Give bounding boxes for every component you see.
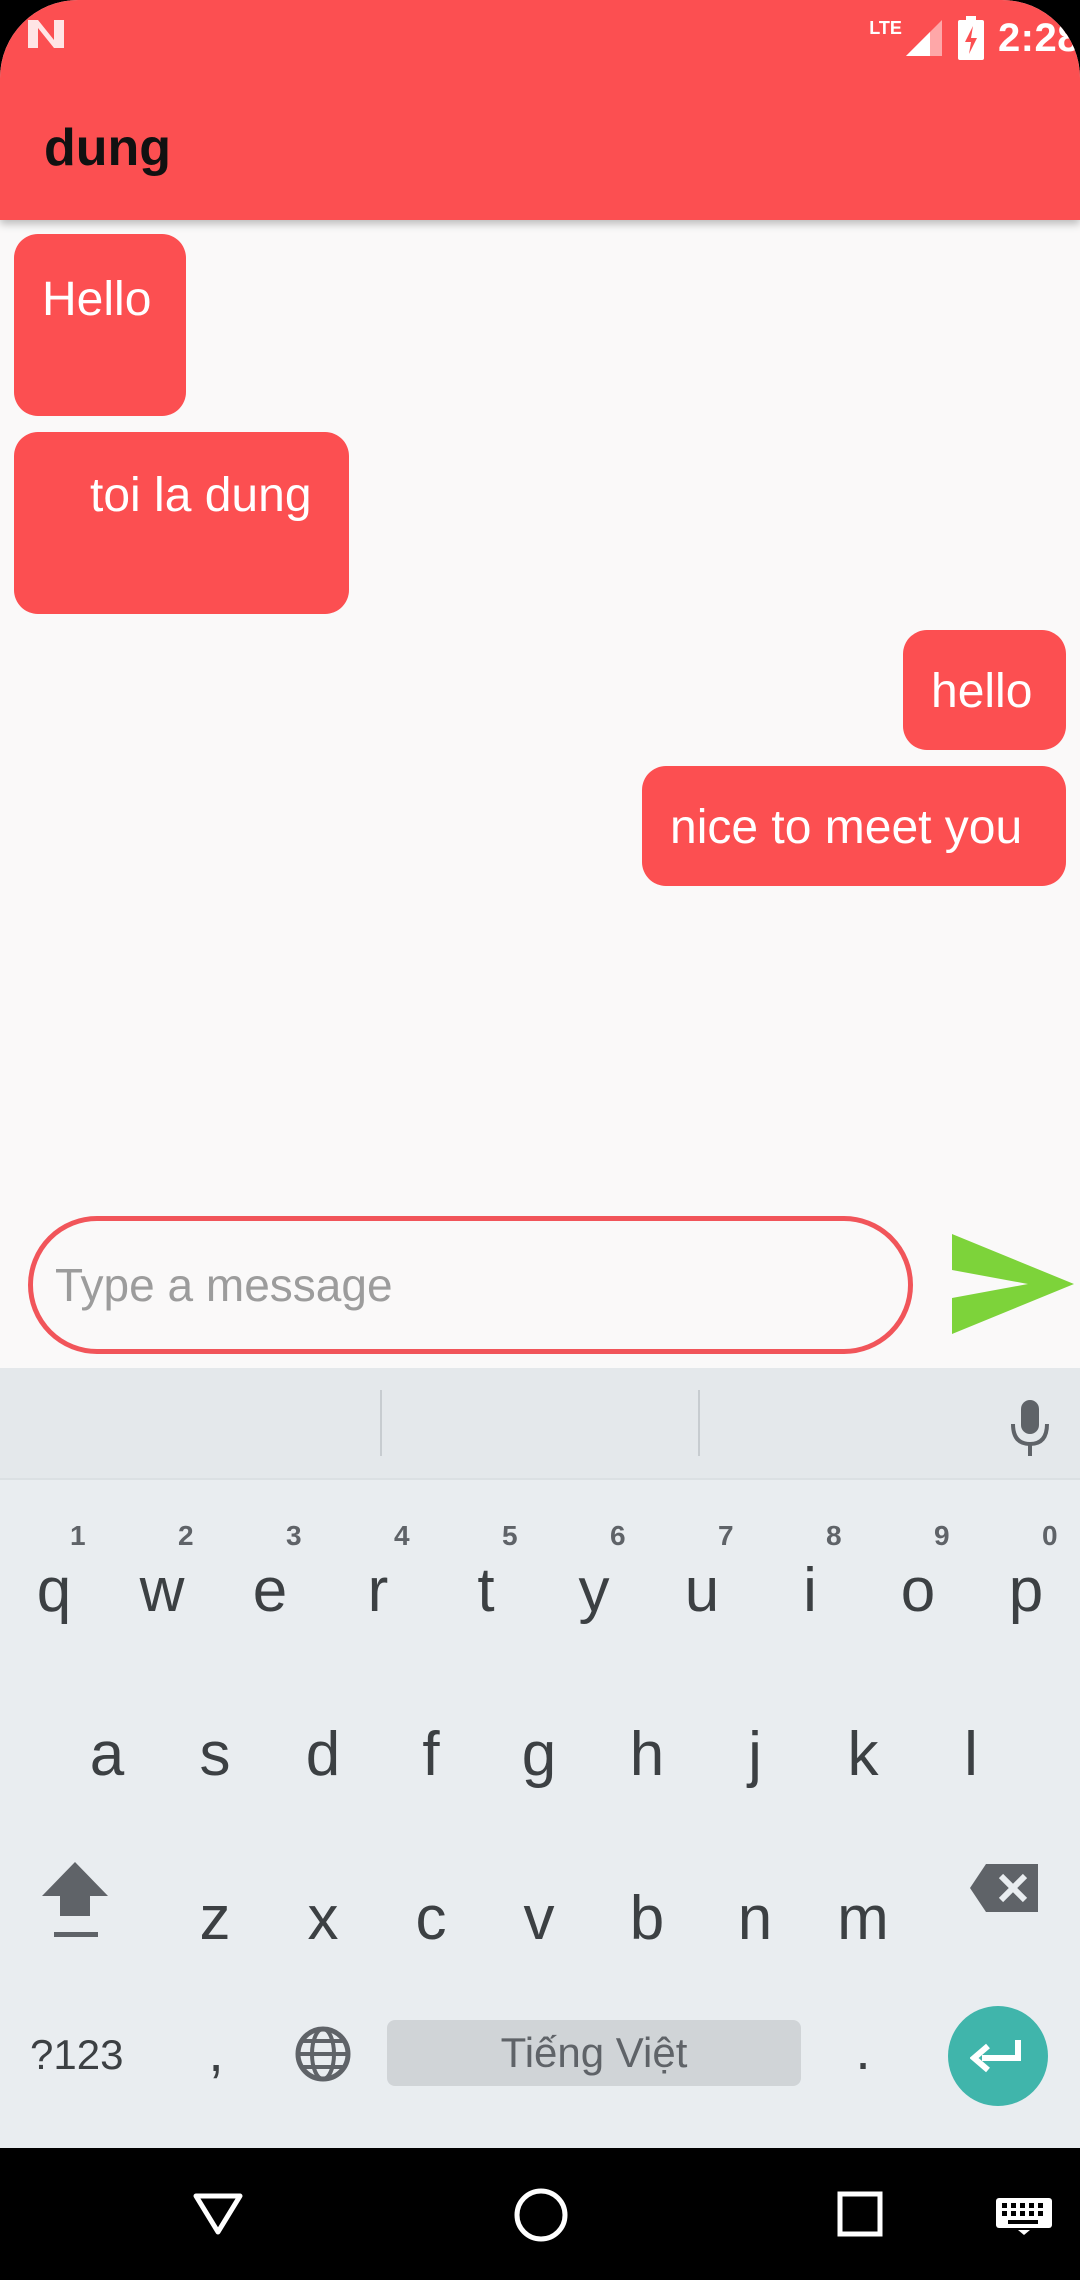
message-bubble-sent[interactable]: hello: [903, 630, 1066, 750]
message-input-container: [28, 1216, 913, 1354]
key-b[interactable]: b: [615, 1888, 679, 1950]
message-text: nice to meet you: [670, 801, 1023, 854]
key-p[interactable]: p0: [996, 1522, 1058, 1622]
key-c[interactable]: c: [399, 1888, 463, 1950]
message-bubble-sent[interactable]: nice to meet you: [642, 766, 1066, 886]
key-m[interactable]: m: [831, 1888, 895, 1950]
key-z[interactable]: z: [183, 1888, 247, 1950]
signal-icon: [905, 20, 942, 56]
key-i[interactable]: i8: [780, 1522, 841, 1622]
key-label: y: [578, 1556, 610, 1625]
key-hint: 7: [718, 1520, 734, 1551]
key-hint: 4: [394, 1520, 410, 1551]
key-r[interactable]: r4: [348, 1522, 410, 1622]
globe-icon[interactable]: [294, 2025, 352, 2083]
key-g[interactable]: g: [509, 1724, 569, 1786]
message-input[interactable]: [55, 1221, 875, 1349]
keyboard-switch-icon[interactable]: [994, 2196, 1054, 2236]
suggestion-divider: [698, 1390, 700, 1456]
key-hint: 6: [610, 1520, 626, 1551]
key-label: r: [367, 1556, 389, 1625]
back-icon[interactable]: [192, 2190, 244, 2238]
key-label: w: [139, 1556, 185, 1625]
battery-charging-icon: [957, 16, 984, 60]
key-u[interactable]: u7: [672, 1522, 734, 1622]
shift-icon[interactable]: [40, 1858, 110, 1946]
recents-icon[interactable]: [836, 2190, 884, 2238]
key-n[interactable]: n: [723, 1888, 787, 1950]
key-label: i: [803, 1556, 817, 1625]
key-hint: 2: [178, 1520, 194, 1551]
key-t[interactable]: t5: [456, 1522, 517, 1622]
comma-key[interactable]: ,: [196, 2024, 236, 2080]
clock: 2:28: [997, 15, 1080, 60]
period-key[interactable]: .: [848, 2022, 878, 2078]
spacebar[interactable]: Tiếng Việt: [387, 2020, 801, 2086]
enter-arrow-icon: [970, 2040, 1021, 2073]
key-label: e: [252, 1556, 288, 1625]
message-bubble-received[interactable]: Hello: [14, 234, 186, 416]
soft-keyboard: q1w2e3r4t5y6u7i8o9p0 asdfghjkl zxcvbnm ?…: [0, 1368, 1080, 2148]
key-o[interactable]: o9: [888, 1522, 950, 1622]
key-v[interactable]: v: [507, 1888, 571, 1950]
key-w[interactable]: w2: [132, 1522, 194, 1622]
key-label: p: [1008, 1556, 1044, 1625]
key-hint: 0: [1042, 1520, 1058, 1551]
backspace-icon[interactable]: [968, 1862, 1040, 1914]
key-hint: 9: [934, 1520, 950, 1551]
key-hint: 8: [826, 1520, 842, 1551]
message-text: toi la dung: [90, 469, 312, 522]
app-bar: LTE 2:28 dung: [0, 0, 1080, 220]
key-label: u: [684, 1556, 720, 1625]
notification-n-icon: [28, 20, 64, 48]
key-label: q: [36, 1556, 72, 1625]
send-icon[interactable]: [950, 1232, 1074, 1336]
conversation-title: dung: [44, 119, 172, 177]
key-y[interactable]: y6: [564, 1522, 626, 1622]
message-text: Hello: [42, 273, 152, 326]
key-hint: 5: [502, 1520, 518, 1551]
key-h[interactable]: h: [617, 1724, 677, 1786]
key-label: o: [900, 1556, 936, 1625]
message-text: hello: [931, 665, 1033, 718]
key-l[interactable]: l: [941, 1724, 1001, 1786]
key-hint: 3: [286, 1520, 302, 1551]
key-f[interactable]: f: [401, 1724, 461, 1786]
key-a[interactable]: a: [77, 1724, 137, 1786]
key-d[interactable]: d: [293, 1724, 353, 1786]
key-x[interactable]: x: [291, 1888, 355, 1950]
enter-key[interactable]: [948, 2006, 1048, 2106]
key-hint: 1: [70, 1520, 86, 1551]
key-label: t: [477, 1556, 495, 1625]
suggestion-strip: [0, 1368, 1080, 1480]
microphone-icon[interactable]: [1008, 1398, 1052, 1458]
key-s[interactable]: s: [185, 1724, 245, 1786]
suggestion-divider: [380, 1390, 382, 1456]
spacebar-label: Tiếng Việt: [500, 2029, 688, 2076]
key-q[interactable]: q1: [24, 1522, 86, 1622]
phone-screen: LTE 2:28 dung Hello toi la dung hello ni…: [0, 0, 1080, 2280]
navigation-bar: [0, 2148, 1080, 2280]
key-e[interactable]: e3: [240, 1522, 302, 1622]
key-k[interactable]: k: [833, 1724, 893, 1786]
key-j[interactable]: j: [725, 1724, 785, 1786]
network-type: LTE: [869, 17, 902, 38]
message-bubble-received[interactable]: toi la dung: [14, 432, 349, 614]
symbols-key[interactable]: ?123: [30, 2034, 130, 2076]
status-bar: LTE 2:28: [869, 8, 1080, 68]
home-icon[interactable]: [512, 2186, 570, 2244]
